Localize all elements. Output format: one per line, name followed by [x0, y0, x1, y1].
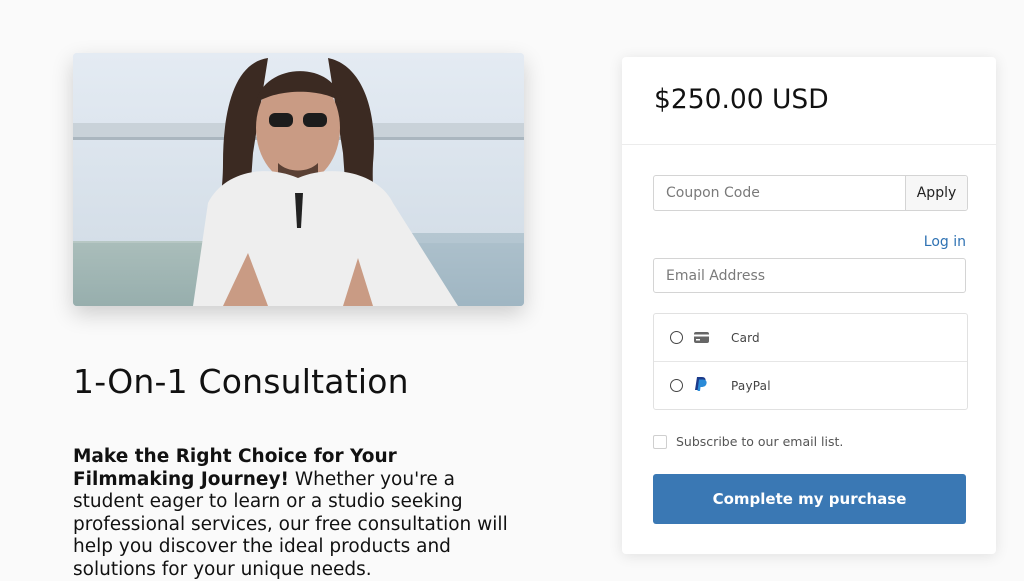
payment-method-card[interactable]: Card — [654, 314, 967, 362]
payment-method-paypal[interactable]: PayPal — [654, 362, 967, 409]
coupon-group: Apply — [653, 175, 968, 211]
price: $250.00 USD — [654, 84, 829, 115]
product-title: 1-On-1 Consultation — [73, 362, 409, 401]
card-radio[interactable] — [670, 331, 683, 344]
divider — [622, 144, 996, 145]
email-input[interactable] — [653, 258, 966, 293]
login-link[interactable]: Log in — [924, 234, 966, 250]
product-image — [73, 53, 524, 306]
subscribe-checkbox[interactable] — [653, 434, 667, 449]
payment-methods: Card PayPal — [653, 313, 968, 410]
card-label: Card — [731, 330, 760, 345]
subscribe-option[interactable]: Subscribe to our email list. — [653, 434, 843, 449]
paypal-label: PayPal — [731, 378, 771, 393]
paypal-radio[interactable] — [670, 379, 683, 392]
coupon-input[interactable] — [654, 176, 905, 210]
product-photo — [73, 53, 524, 306]
checkout-card: $250.00 USD Apply Log in Card — [622, 57, 996, 554]
product-description: Make the Right Choice for Your Filmmakin… — [73, 446, 513, 581]
paypal-icon — [694, 376, 707, 395]
complete-purchase-button[interactable]: Complete my purchase — [653, 474, 966, 524]
subscribe-label: Subscribe to our email list. — [676, 434, 844, 449]
credit-card-icon — [694, 328, 709, 347]
apply-coupon-button[interactable]: Apply — [905, 176, 967, 210]
